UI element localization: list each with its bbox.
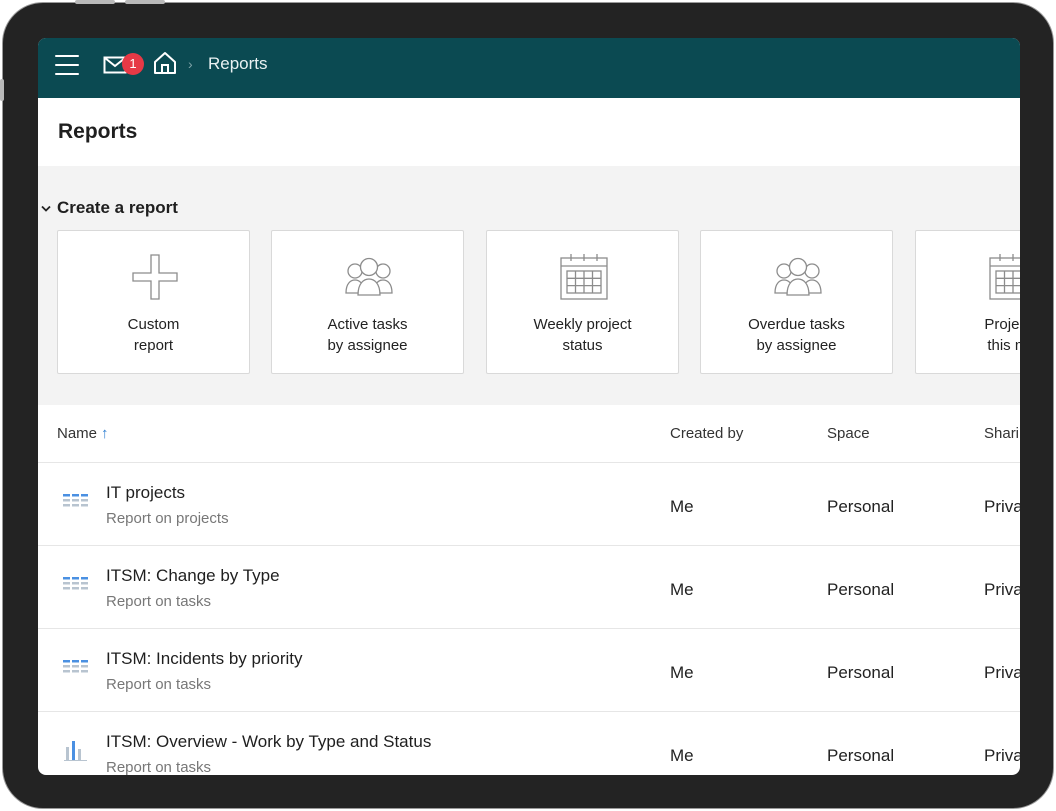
sharing-cell: Private [984,497,1020,516]
table-header: Name↑ Created by Space Sharing [38,405,1020,463]
bar-chart-report-icon [64,741,87,761]
sharing-cell: Private [984,746,1020,765]
column-header-space[interactable]: Space [827,425,870,442]
report-type: Report on tasks [106,676,212,693]
column-header-created-by[interactable]: Created by [670,425,743,442]
sharing-cell: Private [984,580,1020,599]
card-label: Weekly project status [533,316,632,354]
created-by-cell: Me [670,497,694,516]
report-type: Report on projects [106,510,229,527]
home-icon[interactable] [152,50,178,76]
people-icon [774,257,822,296]
notification-badge[interactable]: 1 [122,53,144,75]
breadcrumb-separator: › [188,56,193,72]
card-label: Overdue tasks by assignee [748,316,845,354]
create-report-section: Create a report Custom report Active task… [38,166,1020,405]
create-report-toggle[interactable]: Create a report [41,198,178,218]
report-name[interactable]: IT projects [106,483,185,503]
card-weekly-project-status[interactable]: Weekly project status [486,230,679,374]
space-cell: Personal [827,663,895,682]
table-row[interactable]: ITSM: Change by Type Report on tasks Me … [38,546,1020,629]
table-report-icon [63,577,88,590]
power-button [0,79,4,101]
created-by-cell: Me [670,663,694,682]
report-type: Report on tasks [106,759,212,775]
page-title: Reports [58,120,138,143]
sharing-cell: Private [984,663,1020,682]
chevron-down-icon [41,205,51,212]
calendar-icon [989,254,1020,300]
top-navigation-bar: 1 › Reports [38,38,1020,98]
column-header-name[interactable]: Name ↑ [57,425,109,442]
report-type: Report on tasks [106,593,212,610]
people-icon [345,257,393,296]
card-label: Active tasks by assignee [327,316,408,354]
created-by-cell: Me [670,746,694,765]
calendar-icon [560,254,608,300]
card-overdue-tasks-by-assignee[interactable]: Overdue tasks by assignee [700,230,893,374]
create-report-heading: Create a report [57,198,178,217]
table-row[interactable]: ITSM: Incidents by priority Report on ta… [38,629,1020,712]
column-header-sharing[interactable]: Sharing [984,425,1020,442]
space-cell: Personal [827,580,895,599]
menu-icon[interactable] [55,55,79,75]
card-label: Custom report [127,316,180,354]
volume-button [125,0,165,4]
table-report-icon [63,494,88,507]
plus-icon [132,254,178,300]
volume-button [75,0,115,4]
card-label: Projectsthis mo [984,316,1020,354]
card-active-tasks-by-assignee[interactable]: Active tasks by assignee [271,230,464,374]
table-report-icon [63,660,88,673]
breadcrumb-reports[interactable]: Reports [208,54,268,74]
card-projects-this-month[interactable]: Projectsthis mo [915,230,1020,374]
table-row[interactable]: IT projects Report on projects Me Person… [38,463,1020,546]
report-name[interactable]: ITSM: Change by Type [106,566,280,586]
report-name[interactable]: ITSM: Incidents by priority [106,649,303,669]
space-cell: Personal [827,497,895,516]
app-screen: 1 › Reports Reports Create a report Cust… [38,38,1020,775]
table-row[interactable]: ITSM: Overview - Work by Type and Status… [38,712,1020,775]
card-custom-report[interactable]: Custom report [57,230,250,374]
created-by-cell: Me [670,580,694,599]
space-cell: Personal [827,746,895,765]
report-name[interactable]: ITSM: Overview - Work by Type and Status [106,732,431,752]
sort-ascending-icon[interactable]: ↑ [101,425,109,442]
